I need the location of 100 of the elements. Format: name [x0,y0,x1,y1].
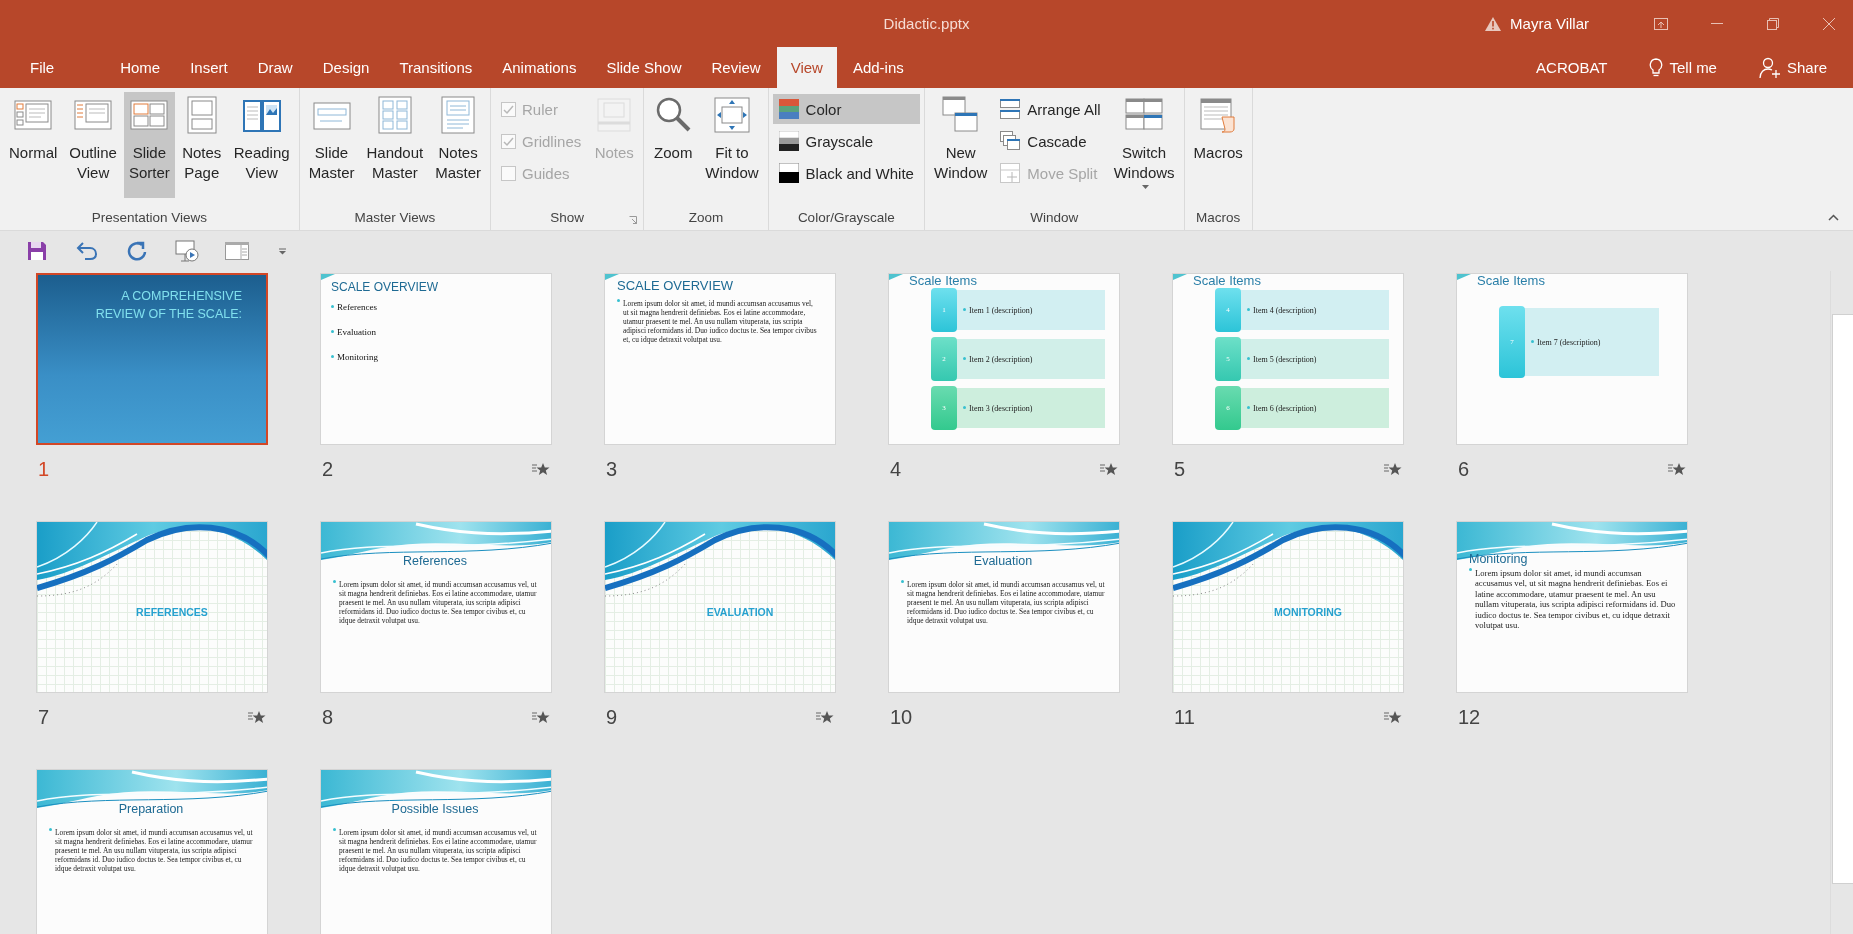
group-label: Color/Grayscale [797,209,895,225]
section-title: EVALUATION [706,606,774,618]
ribbon-tab[interactable]: Review [697,47,775,88]
ribbon-tab[interactable]: Add-ins [838,47,918,88]
item-text: Item 3 (description) [969,403,1033,413]
color-swatch-button[interactable]: Color [772,94,920,124]
ribbon-tab[interactable]: View [776,47,837,88]
slide-sorter-button[interactable]: Slide Sorter [123,92,175,198]
bullet-icon [963,357,966,360]
scrollbar-thumb[interactable] [1832,314,1853,884]
body-text: Lorem ipsum dolor sit amet, id mundi accumsan accusamus vel, ut sit magna hendrerit definiebas. Eos ei latine accommodare, utamur praesent te mel. An usu nullam vituperata, ius scripta adipisci reformidans id. Duo iudico doctus te. Sea tempor civibus et, cu idque detraxit volutpat usu. [1475,568,1677,631]
bullet-icon [963,308,966,311]
grayscale-swatch-button[interactable]: Grayscale [772,126,920,156]
bullet-icon [1531,340,1534,343]
slide-thumbnail[interactable] [1456,521,1688,693]
checkbox-label: Gridlines [522,132,582,150]
bullet-icon [617,299,620,302]
item-text: Item 2 (description) [969,354,1033,364]
slide-title: Scale Items [1193,274,1262,288]
bullet-icon [963,406,966,409]
ribbon-tab[interactable]: Home [106,47,175,88]
slide-number: 5 [1174,457,1186,481]
slide-number: 2 [322,457,334,481]
ribbon-tab[interactable]: Slide Show [592,47,696,88]
bullet-icon [1247,357,1250,360]
dialog-launcher-icon[interactable] [629,216,638,224]
slide-thumbnail[interactable] [36,769,268,934]
slide-thumbnail[interactable] [888,521,1120,693]
bullet-icon [333,828,336,831]
notes-master-button[interactable]: Notes Master [430,92,487,198]
slide-number: 9 [606,705,618,729]
bullet-icon [901,580,904,583]
monochrome-swatch-button[interactable]: Black and White [772,158,920,188]
group-label: Show [550,209,584,225]
group-label: Window [1030,209,1079,225]
user-name[interactable]: Mayra Villar [1510,15,1589,32]
slide-number: 6 [1458,457,1470,481]
bullet-icon [331,354,334,358]
cascade-button[interactable]: Cascade [994,126,1107,156]
add-person-icon [1758,56,1781,79]
ribbon-tab[interactable]: Insert [176,47,242,88]
slide-number: 11 [1174,705,1195,729]
slide-number: 7 [38,705,50,729]
bullet-text: References [337,301,377,312]
item-text: Item 6 (description) [1253,403,1317,413]
bullet-icon [1247,308,1250,311]
slide-title: SCALE OVERVIEW [617,278,735,293]
ribbon-tab[interactable]: Design [308,47,384,88]
section-title: MONITORING [1273,606,1343,618]
bullet-icon [1469,568,1472,571]
slide-thumbnail[interactable] [320,769,552,934]
slide-thumbnail[interactable] [604,273,836,445]
slide-title: REVIEW OF THE SCALE: [95,306,242,323]
macros-button[interactable]: Macros [1188,92,1248,198]
outline-view-button[interactable]: Outline View [64,92,122,198]
monochrome-swatch-icon [778,163,799,183]
arrange-all-icon [1000,99,1021,119]
tell-me-button[interactable]: Tell me [1637,47,1729,88]
bullet-icon [1247,406,1250,409]
bullet-icon [49,828,52,831]
ribbon-tab[interactable]: Draw [243,47,307,88]
slide-number: 12 [1458,705,1481,729]
normal-view-button[interactable]: Normal [4,92,63,198]
fit-to-window-button[interactable]: Fit to Window [700,92,764,198]
arrange-all-button[interactable]: Arrange All [994,94,1107,124]
new-window-button[interactable]: New Window [928,92,993,198]
group-label: Zoom [688,209,724,225]
item-text: Item 7 (description) [1537,337,1601,347]
acrobat-tab[interactable]: ACROBAT [1524,47,1620,88]
group-label: Presentation Views [91,209,207,225]
slide-number: 4 [890,457,902,481]
lightbulb-icon [1649,57,1664,78]
notes-page-button[interactable]: Notes Page [176,92,227,198]
slide-master-button[interactable]: Slide Master [303,92,360,198]
slide-title: SCALE OVERVIEW [331,280,440,294]
switch-windows-button[interactable]: Switch Windows [1108,92,1180,198]
slide-number: 3 [606,457,618,481]
slide-number: 1 [38,457,50,481]
slide-thumbnail[interactable]: A COMPREHENSIVE REVIEW OF THE SCALE: [36,273,268,445]
book-button[interactable]: Reading View [228,92,295,198]
bullet-icon [331,304,334,308]
bullet-text: Evaluation [337,326,376,337]
color-swatch-icon [778,99,799,119]
slide-thumbnail[interactable]: SCALE OVERVIEW References Evaluation Monitoring [320,273,552,445]
grayscale-swatch-icon [778,131,799,151]
corner-accent-icon [1457,274,1471,280]
zoom-button[interactable]: Zoom [648,92,699,198]
item-text: Item 5 (description) [1253,354,1317,364]
checkbox-label: Ruler [522,100,558,118]
ribbon-tab[interactable]: File [6,47,79,88]
ribbon-tab[interactable]: Animations [488,47,591,88]
slide-thumbnail[interactable] [320,521,552,693]
handout-master-button[interactable]: Handout Master [361,92,429,198]
slide-title: References [403,554,467,568]
ribbon-tab[interactable]: Transitions [385,47,487,88]
bullet-text: Monitoring [337,351,378,362]
corner-accent-icon [605,274,619,280]
share-button[interactable]: Share [1746,47,1839,88]
corner-accent-icon [1173,274,1187,280]
bullet-icon [331,329,334,333]
